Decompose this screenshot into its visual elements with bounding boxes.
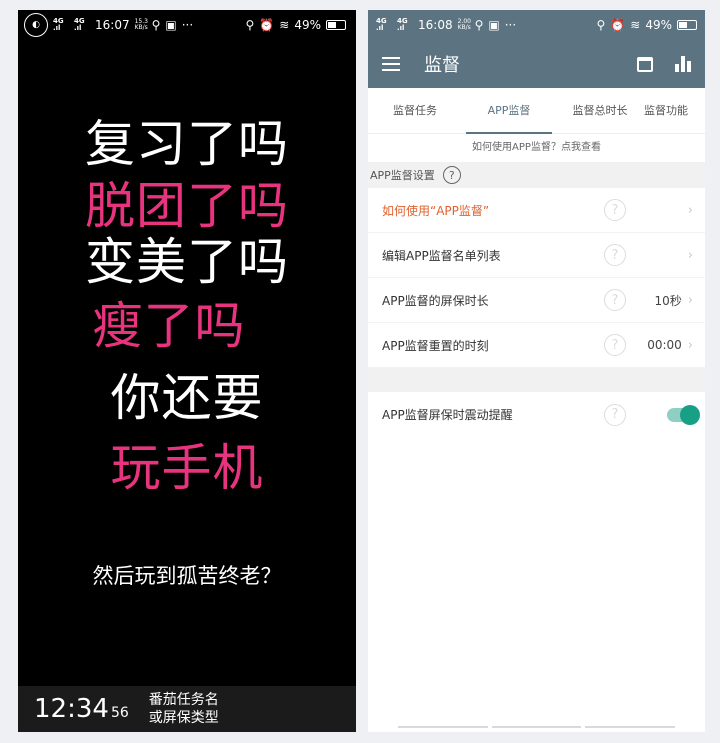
battery-percent: 49% — [645, 18, 672, 32]
tab-app-supervise[interactable]: APP监督 — [462, 88, 556, 134]
chevron-right-icon: › — [687, 247, 693, 263]
wifi-icon: ≋ — [630, 18, 641, 32]
settings-row-reset-time[interactable]: APP监督重置的时刻 ? 00:00 › — [368, 323, 705, 368]
motivational-line: 玩手机 — [110, 439, 264, 497]
help-icon[interactable]: ? — [442, 166, 461, 184]
motivational-line: 瘦了吗 — [92, 297, 246, 355]
settings-row-vibration[interactable]: APP监督屏保时震动提醒 ? — [368, 392, 705, 437]
help-icon[interactable]: ? — [604, 289, 626, 311]
vibration-toggle[interactable] — [667, 404, 700, 425]
help-icon[interactable]: ? — [604, 244, 626, 266]
battery-icon — [677, 20, 697, 30]
screensaver-type: 或屏保类型 — [148, 710, 219, 726]
tab-supervise-task[interactable]: 监督任务 — [368, 88, 462, 134]
settings-row-screensaver-duration[interactable]: APP监督的屏保时长 ? 10秒 › — [368, 278, 705, 323]
more-icon: ··· — [181, 18, 194, 32]
row-value: 10秒 — [654, 293, 682, 308]
usb-icon: ⚲ — [474, 18, 484, 32]
task-label: 番茄任务名 或屏保类型 — [149, 691, 219, 727]
motivational-line: 你还要 — [110, 369, 264, 427]
signal-icon-2: 4G .ıl — [74, 17, 85, 32]
help-icon[interactable]: ? — [604, 403, 626, 426]
status-time: 16:07 — [95, 18, 130, 32]
status-bar: 4G .ıl 4G .ıl 16:08 2.00 KB/s ⚲ ▣ ··· ⚲ ⏰ … — [368, 10, 705, 40]
chevron-right-icon: › — [687, 292, 693, 308]
help-icon[interactable]: ? — [604, 199, 626, 221]
task-name: 番茄任务名 — [148, 692, 219, 708]
tab-total-duration[interactable]: 监督总时长 — [556, 88, 644, 134]
settings-row-edit-list[interactable]: 编辑APP监督名单列表 ? › — [368, 233, 705, 278]
settings-phone: 4G .ıl 4G .ıl 16:08 2.00 KB/s ⚲ ▣ ··· ⚲ ⏰ … — [368, 10, 705, 732]
help-icon[interactable]: ? — [604, 334, 626, 356]
tab-bar: 监督任务 APP监督 监督总时长 监督功能 — [368, 88, 705, 134]
calendar-icon[interactable] — [637, 56, 653, 72]
battery-icon — [326, 20, 346, 30]
nav-bar — [368, 726, 705, 732]
menu-icon[interactable] — [382, 57, 400, 71]
subtitle-text: 然后玩到孤苦终老？ — [92, 564, 282, 588]
network-speed: 15.3 KB/s — [134, 18, 148, 31]
status-bar: ◐ 4G .ıl 4G .ıl 16:07 15.3 KB/s ⚲ ▣ ··· ⚲ … — [18, 10, 356, 40]
app-notification-icon: ▣ — [165, 18, 177, 32]
usb-icon: ⚲ — [151, 18, 161, 32]
lockscreen-phone: ◐ 4G .ıl 4G .ıl 16:07 15.3 KB/s ⚲ ▣ ··· ⚲ … — [18, 10, 356, 732]
app-notification-icon: ▣ — [488, 18, 500, 32]
alarm-icon: ⏰ — [610, 18, 626, 32]
help-link[interactable]: 如何使用APP监督？点我查看 — [368, 134, 705, 162]
row-value: 00:00 — [647, 338, 682, 352]
more-icon: ··· — [504, 18, 517, 32]
section-title: APP监督设置 — [370, 169, 435, 182]
chevron-right-icon: › — [687, 202, 693, 218]
clock-seconds: 56 — [110, 705, 129, 721]
circle-icon[interactable]: ◐ — [24, 13, 48, 37]
section-header: APP监督设置 ? — [368, 162, 705, 188]
battery-percent: 49% — [294, 18, 321, 32]
clock-bar: 12:34 56 番茄任务名 或屏保类型 — [18, 686, 356, 732]
network-speed: 2.00 KB/s — [457, 18, 471, 31]
signal-icon: 4G .ıl — [53, 17, 64, 32]
section-divider — [368, 368, 705, 392]
row-label: 如何使用“APP监督” — [382, 203, 490, 218]
motivational-line: 复习了吗 — [85, 115, 289, 173]
signal-icon: 4G .ıl — [376, 17, 387, 32]
signal-icon-2: 4G .ıl — [397, 17, 408, 32]
statistics-icon[interactable] — [675, 56, 691, 72]
motivational-line: 变美了吗 — [85, 233, 289, 291]
status-time: 16:08 — [418, 18, 453, 32]
settings-row-how-to[interactable]: 如何使用“APP监督” ? › — [368, 188, 705, 233]
tab-supervise-function[interactable]: 监督功能 — [644, 88, 705, 134]
location-icon: ⚲ — [245, 18, 255, 32]
chevron-right-icon: › — [687, 337, 693, 353]
location-icon: ⚲ — [596, 18, 606, 32]
motivational-line: 脱团了吗 — [85, 177, 289, 235]
app-toolbar: 监督 — [368, 40, 705, 88]
wifi-icon: ≋ — [279, 18, 290, 32]
alarm-icon: ⏰ — [259, 18, 275, 32]
page-title: 监督 — [424, 55, 460, 76]
row-label: 编辑APP监督名单列表 — [382, 248, 501, 263]
clock-time: 12:34 — [34, 694, 109, 724]
